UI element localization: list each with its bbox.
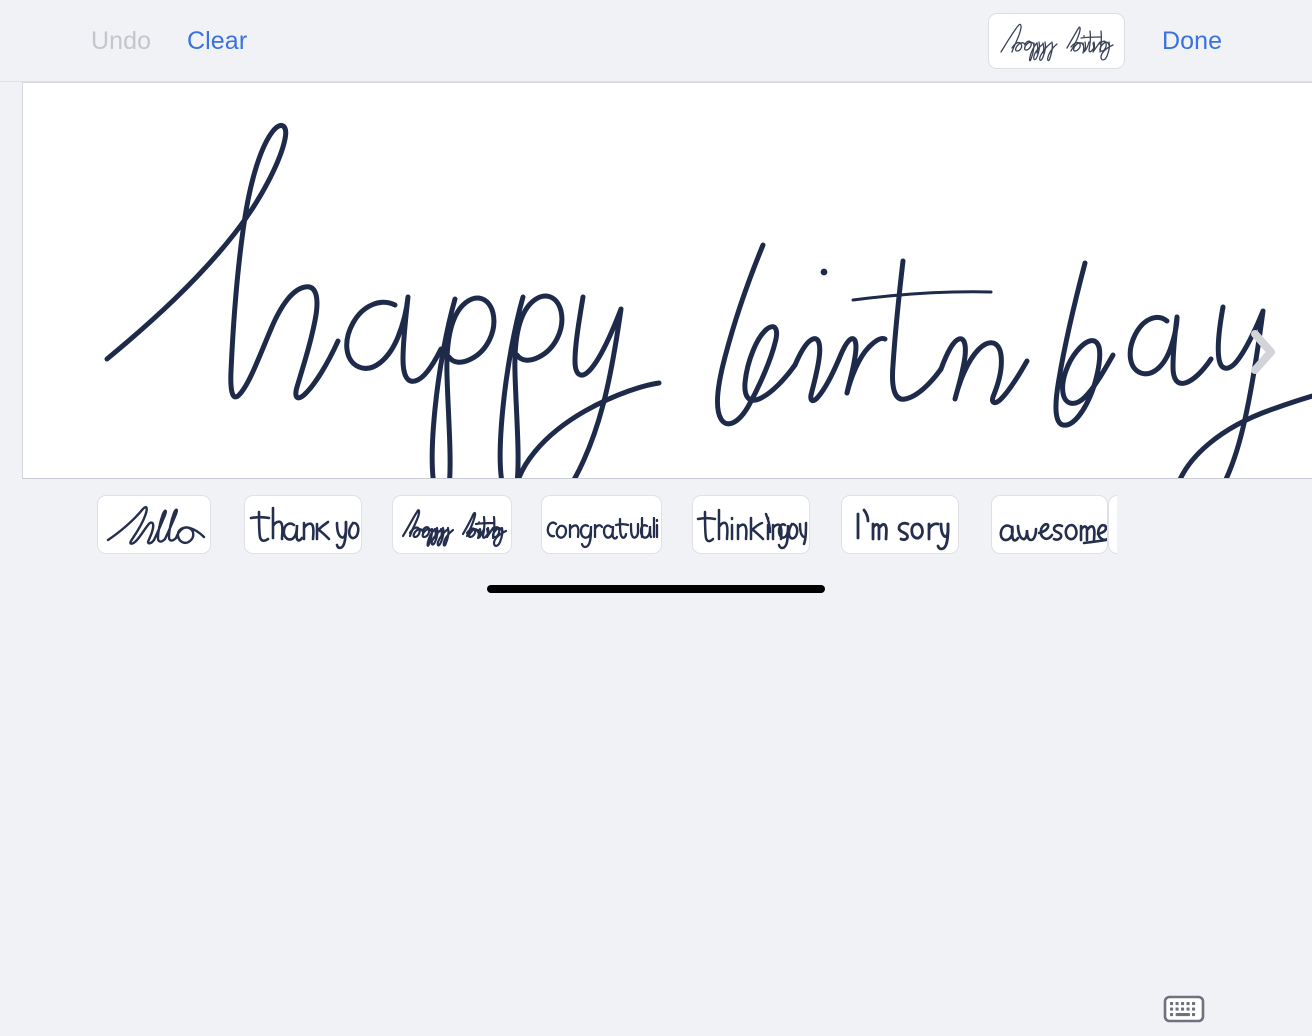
done-button[interactable]: Done [1162,25,1222,57]
clear-button[interactable]: Clear [187,25,247,57]
suggestion-ink-congratulations [546,516,659,549]
keyboard-icon [1163,995,1205,1023]
suggestion-ink-happy-birthday [401,509,508,547]
suggestion-chip-congratulations[interactable] [541,495,662,554]
undo-button[interactable]: Undo [91,25,151,57]
preview-thumbnail-ink [1000,23,1114,62]
handwriting-preview-thumbnail[interactable] [988,13,1125,69]
home-indicator-bar[interactable] [487,585,825,593]
chevron-right-icon[interactable] [1250,329,1276,375]
suggestion-ink-thank-you [249,506,360,550]
suggestion-chip-happy-birthday[interactable] [392,495,512,554]
suggestion-chip-awesome[interactable] [991,495,1108,554]
suggestion-chip-im-sorry[interactable] [841,495,959,554]
handwriting-canvas[interactable] [22,82,1312,479]
suggestion-chip-hello[interactable] [97,495,211,554]
suggestion-chip-thank-you[interactable] [244,495,362,554]
suggestion-strip [0,485,1312,1023]
suggestion-ink-awesome [999,522,1107,545]
suggestion-ink-im-sorry [856,508,950,551]
suggestion-chip-thinking-of-you[interactable] [692,495,810,554]
handwriting-ink-strokes [104,123,1312,478]
keyboard-button[interactable] [1152,983,1216,1033]
suggestion-chip-partial-next[interactable] [1108,495,1117,554]
top-toolbar: Undo Clear Done [0,0,1312,82]
suggestion-ink-thinking-of-you [696,508,808,550]
suggestion-ink-hello [106,505,206,545]
